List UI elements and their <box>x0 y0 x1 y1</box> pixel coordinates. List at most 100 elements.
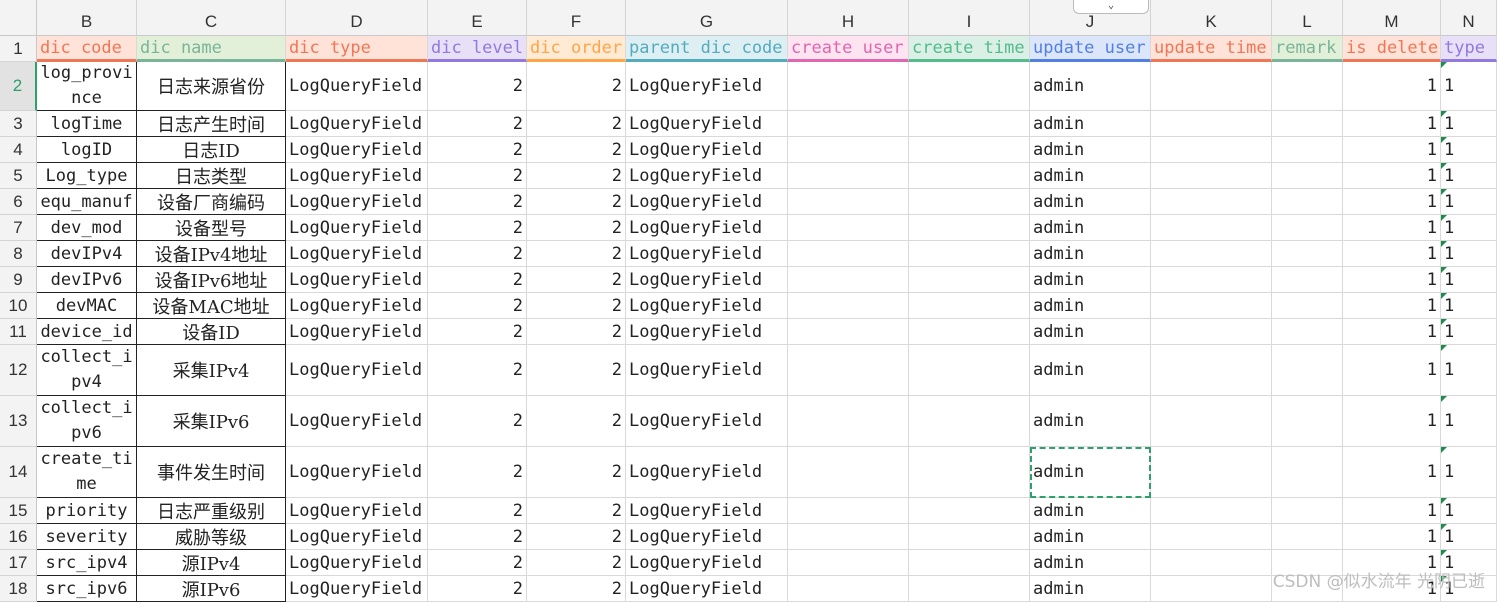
row-header-7[interactable]: 7 <box>0 215 37 241</box>
cell-order-row-16[interactable]: 2 <box>527 524 626 550</box>
cell-parent-row-7[interactable]: LogQueryField <box>626 215 788 241</box>
column-header-d[interactable]: D <box>286 0 428 36</box>
cell-parent-row-17[interactable]: LogQueryField <box>626 550 788 576</box>
cell-ctime-row-16[interactable] <box>909 524 1030 550</box>
cell-parent-row-8[interactable]: LogQueryField <box>626 241 788 267</box>
header-cell-uuser[interactable]: update user <box>1030 36 1151 62</box>
cell-order-row-6[interactable]: 2 <box>527 189 626 215</box>
column-header-b[interactable]: B <box>37 0 137 36</box>
cell-utime-row-18[interactable] <box>1151 576 1272 602</box>
row-header-18[interactable]: 18 <box>0 576 37 602</box>
cell-type-row-11[interactable]: LogQueryField <box>286 319 428 345</box>
cell-code-row-8[interactable]: devIPv4 <box>37 241 137 267</box>
cell-level-row-9[interactable]: 2 <box>428 267 527 293</box>
cell-level-row-15[interactable]: 2 <box>428 498 527 524</box>
cell-del-row-14[interactable]: 1 <box>1343 447 1441 498</box>
cell-remark-row-11[interactable] <box>1272 319 1343 345</box>
cell-name-row-2[interactable]: 日志来源省份 <box>137 62 286 111</box>
cell-del-row-16[interactable]: 1 <box>1343 524 1441 550</box>
cell-name-row-15[interactable]: 日志严重级别 <box>137 498 286 524</box>
cell-name-row-4[interactable]: 日志ID <box>137 137 286 163</box>
cell-order-row-11[interactable]: 2 <box>527 319 626 345</box>
cell-name-row-13[interactable]: 采集IPv6 <box>137 396 286 447</box>
cell-uuser-row-5[interactable]: admin <box>1030 163 1151 189</box>
cell-cuser-row-18[interactable] <box>788 576 909 602</box>
cell-ctime-row-9[interactable] <box>909 267 1030 293</box>
cell-del-row-2[interactable]: 1 <box>1343 62 1441 111</box>
cell-cuser-row-10[interactable] <box>788 293 909 319</box>
cell-remark-row-7[interactable] <box>1272 215 1343 241</box>
cell-t-row-9[interactable]: 1 <box>1441 267 1497 293</box>
cell-cuser-row-2[interactable] <box>788 62 909 111</box>
cell-code-row-2[interactable]: log_province <box>37 62 137 111</box>
cell-remark-row-10[interactable] <box>1272 293 1343 319</box>
cell-cuser-row-16[interactable] <box>788 524 909 550</box>
cell-order-row-9[interactable]: 2 <box>527 267 626 293</box>
cell-name-row-10[interactable]: 设备MAC地址 <box>137 293 286 319</box>
cell-order-row-4[interactable]: 2 <box>527 137 626 163</box>
cell-parent-row-6[interactable]: LogQueryField <box>626 189 788 215</box>
expand-toolbar-button[interactable]: ⌄ <box>1073 0 1149 14</box>
cell-cuser-row-13[interactable] <box>788 396 909 447</box>
cell-utime-row-5[interactable] <box>1151 163 1272 189</box>
cell-order-row-12[interactable]: 2 <box>527 345 626 396</box>
cell-utime-row-4[interactable] <box>1151 137 1272 163</box>
cell-type-row-2[interactable]: LogQueryField <box>286 62 428 111</box>
cell-cuser-row-14[interactable] <box>788 447 909 498</box>
cell-cuser-row-6[interactable] <box>788 189 909 215</box>
cell-parent-row-14[interactable]: LogQueryField <box>626 447 788 498</box>
cell-order-row-3[interactable]: 2 <box>527 111 626 137</box>
cell-remark-row-14[interactable] <box>1272 447 1343 498</box>
cell-parent-row-10[interactable]: LogQueryField <box>626 293 788 319</box>
cell-type-row-4[interactable]: LogQueryField <box>286 137 428 163</box>
cell-parent-row-4[interactable]: LogQueryField <box>626 137 788 163</box>
cell-utime-row-13[interactable] <box>1151 396 1272 447</box>
cell-cuser-row-7[interactable] <box>788 215 909 241</box>
cell-ctime-row-5[interactable] <box>909 163 1030 189</box>
column-header-h[interactable]: H <box>788 0 909 36</box>
cell-code-row-3[interactable]: logTime <box>37 111 137 137</box>
cell-level-row-14[interactable]: 2 <box>428 447 527 498</box>
cell-order-row-5[interactable]: 2 <box>527 163 626 189</box>
cell-level-row-18[interactable]: 2 <box>428 576 527 602</box>
cell-order-row-15[interactable]: 2 <box>527 498 626 524</box>
header-cell-del[interactable]: is delete <box>1343 36 1441 62</box>
cell-t-row-5[interactable]: 1 <box>1441 163 1497 189</box>
cell-del-row-15[interactable]: 1 <box>1343 498 1441 524</box>
cell-name-row-12[interactable]: 采集IPv4 <box>137 345 286 396</box>
cell-utime-row-8[interactable] <box>1151 241 1272 267</box>
row-header-3[interactable]: 3 <box>0 111 37 137</box>
cell-order-row-14[interactable]: 2 <box>527 447 626 498</box>
header-cell-parent[interactable]: parent dic code <box>626 36 788 62</box>
column-header-f[interactable]: F <box>527 0 626 36</box>
row-header-11[interactable]: 11 <box>0 319 37 345</box>
cell-parent-row-2[interactable]: LogQueryField <box>626 62 788 111</box>
row-header-12[interactable]: 12 <box>0 345 37 396</box>
cell-utime-row-15[interactable] <box>1151 498 1272 524</box>
cell-level-row-3[interactable]: 2 <box>428 111 527 137</box>
cell-t-row-3[interactable]: 1 <box>1441 111 1497 137</box>
header-cell-code[interactable]: dic code <box>37 36 137 62</box>
cell-utime-row-12[interactable] <box>1151 345 1272 396</box>
cell-t-row-12[interactable]: 1 <box>1441 345 1497 396</box>
cell-del-row-13[interactable]: 1 <box>1343 396 1441 447</box>
cell-code-row-16[interactable]: severity <box>37 524 137 550</box>
cell-name-row-11[interactable]: 设备ID <box>137 319 286 345</box>
header-cell-cuser[interactable]: create user <box>788 36 909 62</box>
row-header-2[interactable]: 2 <box>0 62 37 111</box>
cell-utime-row-3[interactable] <box>1151 111 1272 137</box>
header-cell-name[interactable]: dic name <box>137 36 286 62</box>
cell-del-row-4[interactable]: 1 <box>1343 137 1441 163</box>
cell-cuser-row-9[interactable] <box>788 267 909 293</box>
cell-del-row-11[interactable]: 1 <box>1343 319 1441 345</box>
cell-t-row-2[interactable]: 1 <box>1441 62 1497 111</box>
cell-code-row-10[interactable]: devMAC <box>37 293 137 319</box>
cell-type-row-16[interactable]: LogQueryField <box>286 524 428 550</box>
cell-level-row-12[interactable]: 2 <box>428 345 527 396</box>
cell-parent-row-11[interactable]: LogQueryField <box>626 319 788 345</box>
cell-code-row-12[interactable]: collect_ipv4 <box>37 345 137 396</box>
header-cell-order[interactable]: dic order <box>527 36 626 62</box>
cell-cuser-row-3[interactable] <box>788 111 909 137</box>
cell-ctime-row-7[interactable] <box>909 215 1030 241</box>
row-header-6[interactable]: 6 <box>0 189 37 215</box>
